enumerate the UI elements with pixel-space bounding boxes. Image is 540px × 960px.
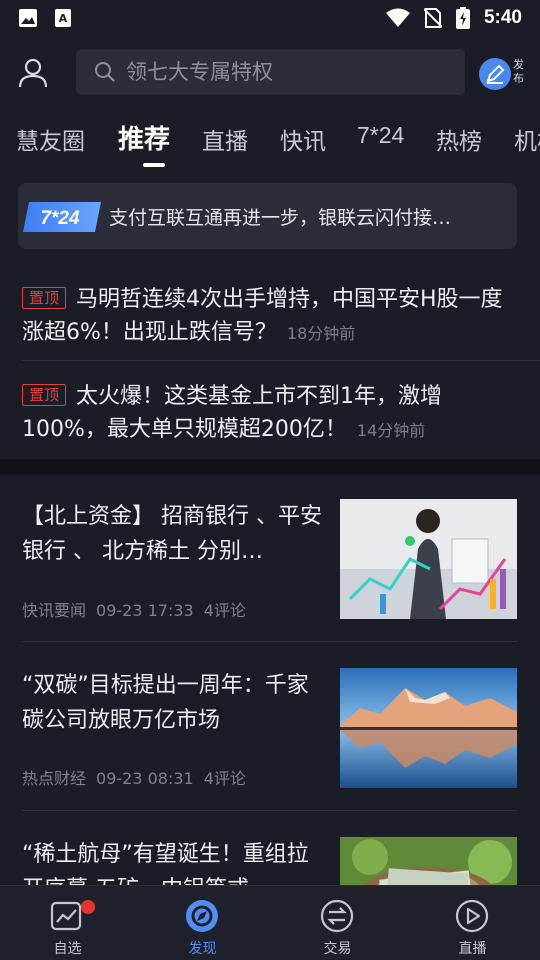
nav-discover[interactable]: 发现 <box>135 886 270 960</box>
nav-live[interactable]: 直播 <box>405 886 540 960</box>
pinned-title: 马明哲连续4次出手增持，中国平安H股一度涨超6%！出现止跌信号？ <box>22 287 503 345</box>
pinned-article[interactable]: 置顶 马明哲连续4次出手增持，中国平安H股一度涨超6%！出现止跌信号？ 18分钟前 <box>0 283 540 350</box>
news-time: 09-23 08:31 <box>96 769 194 788</box>
pinned-tag: 置顶 <box>22 287 67 309</box>
pinned-tag: 置顶 <box>22 384 67 406</box>
user-icon[interactable] <box>16 56 50 90</box>
news-comments: 4评论 <box>203 601 246 620</box>
divider <box>22 360 540 361</box>
tab-recommend[interactable]: 推荐 <box>118 119 170 156</box>
news-source: 热点财经 <box>22 769 87 788</box>
bottom-navigation: 自选 发现 交易 直播 <box>0 885 540 960</box>
search-bar[interactable] <box>76 49 465 95</box>
tab-flash-news[interactable]: 快讯 <box>280 122 326 156</box>
category-tabs: 慧友圈 推荐 直播 快讯 7*24 热榜 机构 <box>0 110 540 168</box>
publish-label: 发布 <box>513 58 524 85</box>
no-sim-icon <box>423 8 442 28</box>
nav-label: 直播 <box>458 941 487 957</box>
news-source: 快讯要闻 <box>22 601 87 620</box>
nav-label: 交易 <box>323 941 352 957</box>
banner-text: 支付互联互通再进一步，银联云闪付接… <box>109 207 452 229</box>
tab-live[interactable]: 直播 <box>202 122 248 156</box>
divider <box>22 641 517 642</box>
compass-icon <box>186 900 218 932</box>
section-separator <box>0 459 540 475</box>
svg-text:7*24: 7*24 <box>40 208 80 229</box>
nav-label: 发现 <box>188 941 217 957</box>
news-ticker-banner[interactable]: 7*24 支付互联互通再进一步，银联云闪付接… <box>18 183 517 249</box>
battery-icon <box>455 7 470 29</box>
play-icon <box>455 899 489 933</box>
tab-huiyouquan[interactable]: 慧友圈 <box>16 122 85 156</box>
news-time: 09-23 17:33 <box>96 601 194 620</box>
pinned-time: 14分钟前 <box>356 421 426 440</box>
business-woman-chart-photo <box>340 499 517 619</box>
svg-text:A: A <box>59 12 68 25</box>
wifi-icon <box>385 8 410 27</box>
divider <box>22 810 517 811</box>
news-meta: 热点财经 09-23 08:31 4评论 <box>22 765 256 789</box>
search-header: 发布 <box>0 44 540 100</box>
clock: 5:40 <box>483 7 522 28</box>
nav-trade[interactable]: 交易 <box>270 886 405 960</box>
7x24-badge: 7*24 <box>23 202 101 232</box>
search-input[interactable] <box>126 60 426 84</box>
tab-institution[interactable]: 机构 <box>514 122 540 156</box>
pen-icon <box>479 58 511 90</box>
gallery-icon <box>19 9 37 27</box>
notification-dot <box>81 900 95 914</box>
news-comments: 4评论 <box>203 769 246 788</box>
status-bar: A 5:40 <box>0 0 540 36</box>
active-tab-indicator <box>143 163 165 167</box>
news-meta: 快讯要闻 09-23 17:33 4评论 <box>22 597 256 621</box>
news-title: 【北上资金】 招商银行 、平安银行 、 北方稀土 分别… <box>22 504 322 564</box>
pinned-article[interactable]: 置顶 太火爆！这类基金上市不到1年，激增100%，最大单只规模超200亿！ 14分钟… <box>0 380 540 447</box>
nav-label: 自选 <box>53 941 82 957</box>
nav-watchlist[interactable]: 自选 <box>0 886 135 960</box>
exchange-icon <box>320 899 354 933</box>
pinned-time: 18分钟前 <box>286 324 356 343</box>
search-icon <box>95 62 115 82</box>
snow-mountain-lake-photo <box>340 668 517 788</box>
chart-icon <box>50 901 82 931</box>
tab-hot-list[interactable]: 热榜 <box>436 122 482 156</box>
news-title: “双碳”目标提出一周年：千家碳公司放眼万亿市场 <box>22 673 309 733</box>
tab-7x24[interactable]: 7*24 <box>357 122 404 149</box>
publish-button[interactable]: 发布 <box>479 56 535 92</box>
font-icon: A <box>55 9 71 27</box>
